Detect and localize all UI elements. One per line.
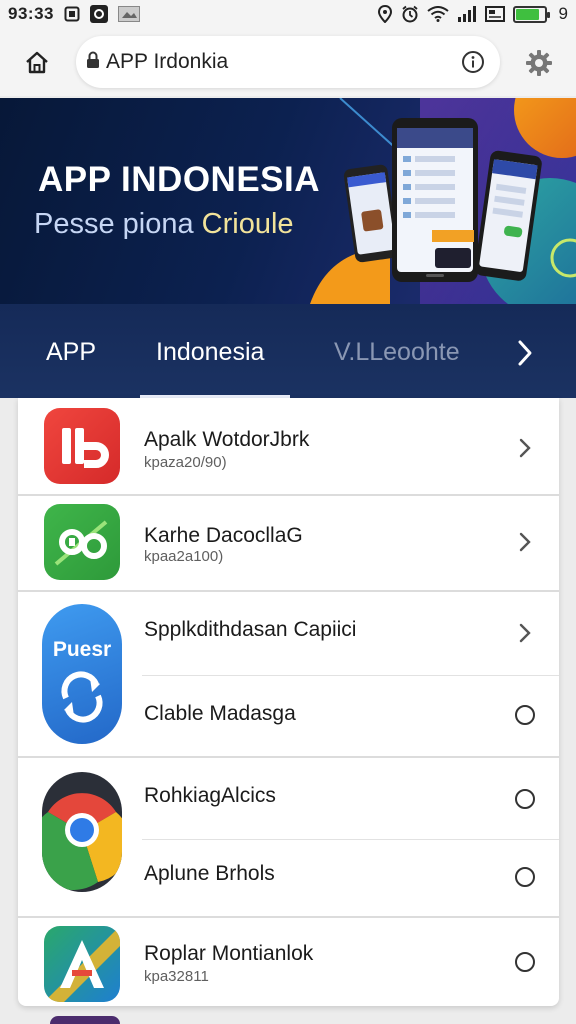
- list-item-4-title[interactable]: Clable Madasga: [144, 702, 296, 726]
- circle-outline-icon: [515, 789, 535, 809]
- lock-icon: [86, 51, 100, 74]
- home-icon: [26, 51, 48, 74]
- app-notification-icon: [89, 5, 108, 23]
- app-icon-green[interactable]: [44, 504, 120, 580]
- tab-third[interactable]: V.LLeoohte: [334, 338, 460, 367]
- list-item-6-title[interactable]: Aplune Brhols: [144, 862, 275, 886]
- list-item-1-title[interactable]: Apalk WotdorJbrk: [144, 428, 309, 452]
- red-app-logo-icon: [62, 428, 109, 468]
- list-divider: [18, 916, 559, 918]
- hero-subtitle-part2: Crioule: [201, 208, 294, 240]
- battery-icon: [512, 5, 550, 23]
- info-icon: [462, 51, 484, 73]
- battery-text: 9: [558, 4, 568, 23]
- list-item-2-chevron[interactable]: [510, 527, 540, 557]
- chevron-right-icon: [519, 438, 531, 458]
- app-icon-booster[interactable]: Puesr: [42, 604, 122, 744]
- list-divider: [18, 590, 559, 592]
- alarm-icon: [401, 5, 419, 23]
- hero-title: APP INDONESIA: [38, 160, 321, 199]
- chevron-right-icon: [519, 623, 531, 643]
- gear-icon: [526, 50, 552, 76]
- location-icon: [377, 5, 393, 23]
- hero-banner: APP INDONESIA Pesse piona Crioule: [0, 98, 576, 304]
- url-text: APP Irdonkia: [106, 50, 229, 73]
- list-divider: [18, 494, 559, 496]
- list-item-2-title[interactable]: Karhe DacocllaG: [144, 524, 303, 548]
- app-list: Apalk WotdorJbrk kpaza20/90) Karhe Dacoc…: [18, 398, 559, 1006]
- app-icon-red[interactable]: [44, 408, 120, 484]
- list-divider: [18, 756, 559, 758]
- green-app-logo-icon: [54, 520, 108, 566]
- app-icon-maps[interactable]: [44, 926, 120, 1002]
- app-icon-browser[interactable]: [42, 772, 122, 892]
- list-item-6-radio[interactable]: [510, 862, 540, 892]
- site-info-button[interactable]: [460, 49, 486, 75]
- list-item-1-subtitle: kpaza20/90): [144, 454, 227, 471]
- settings-button[interactable]: [522, 46, 556, 80]
- chevron-right-icon: [519, 532, 531, 552]
- home-button[interactable]: [20, 46, 54, 80]
- message-icon: [484, 6, 505, 22]
- browser-logo-icon: [42, 793, 122, 891]
- browser-toolbar: APP Irdonkia: [0, 28, 576, 96]
- tab-bar: APP Indonesia V.LLeoohte: [0, 304, 576, 398]
- wifi-icon: [426, 6, 449, 22]
- next-app-icon-peek: [50, 1016, 120, 1024]
- refresh-icon: [61, 671, 103, 723]
- list-item-3-title[interactable]: Spplkdithdasan Capiici: [144, 618, 356, 642]
- circle-outline-icon: [515, 952, 535, 972]
- hero-subtitle: Pesse piona Crioule: [34, 208, 294, 241]
- tab-app[interactable]: APP: [46, 338, 96, 367]
- maps-app-logo-icon: [44, 926, 120, 1002]
- list-item-5-radio[interactable]: [510, 784, 540, 814]
- list-item-3-chevron[interactable]: [510, 618, 540, 648]
- tab-indonesia[interactable]: Indonesia: [156, 338, 264, 367]
- address-bar[interactable]: APP Irdonkia: [76, 36, 500, 88]
- list-sub-divider: [142, 675, 559, 676]
- list-item-7-subtitle: kpa32811: [144, 968, 209, 985]
- circle-outline-icon: [515, 705, 535, 725]
- chevron-right-icon: [518, 340, 532, 366]
- list-sub-divider: [142, 839, 559, 840]
- square-notification-icon: [64, 6, 80, 22]
- status-bar: 93:33 9: [0, 0, 576, 28]
- gallery-notification-icon: [117, 6, 140, 22]
- list-item-2-subtitle: kpaa2a100): [144, 548, 224, 565]
- list-item-7-title[interactable]: Roplar Montianlok: [144, 942, 313, 966]
- circle-outline-icon: [515, 867, 535, 887]
- list-item-5-title[interactable]: RohkiagAlcics: [144, 784, 276, 808]
- hero-phones-illustration: [310, 98, 576, 304]
- status-time: 93:33: [8, 4, 54, 23]
- list-item-7-radio[interactable]: [510, 947, 540, 977]
- tabs-next-button[interactable]: [510, 336, 540, 370]
- list-item-1-chevron[interactable]: [510, 433, 540, 463]
- battery-level-fill: [515, 8, 540, 20]
- hero-subtitle-part1: Pesse piona: [34, 208, 202, 240]
- list-item-4-radio[interactable]: [510, 700, 540, 730]
- signal-icon: [457, 6, 477, 22]
